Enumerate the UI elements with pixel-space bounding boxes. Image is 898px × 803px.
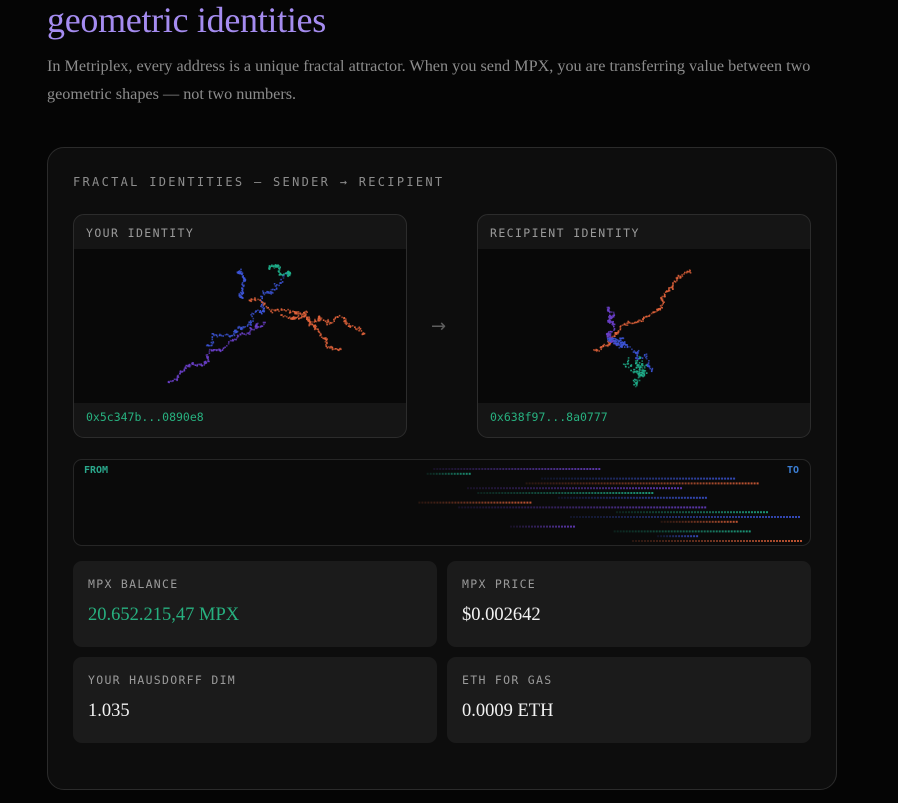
eth-gas-value: 0.0009 ETH [462, 701, 554, 721]
recipient-identity-panel: RECIPIENT IDENTITY 0x638f97...8a0777 [477, 214, 811, 438]
mpx-price-label: MPX PRICE [462, 577, 537, 591]
mpx-price-value: $0.002642 [462, 605, 541, 625]
sender-address[interactable]: 0x5c347b...0890e8 [86, 410, 204, 424]
mpx-balance-value: 20.652.215,47 MPX [88, 605, 240, 625]
eth-gas-label: ETH FOR GAS [462, 673, 553, 687]
recipient-fractal-attractor [478, 249, 810, 403]
hausdorff-dim-label: YOUR HAUSDORFF DIM [88, 673, 237, 687]
hero-description: In Metriplex, every address is a unique … [47, 57, 811, 103]
transfer-particles [418, 468, 802, 542]
transfer-animation-strip: FROM TO [73, 459, 811, 546]
sender-identity-label: YOUR IDENTITY [86, 226, 195, 240]
strip-from-label: FROM [84, 465, 109, 476]
mpx-balance-stat: MPX BALANCE 20.652.215,47 MPX [73, 561, 437, 647]
strip-to-label: TO [786, 465, 799, 476]
mpx-balance-label: MPX BALANCE [88, 577, 179, 591]
transfer-arrow-icon: → [431, 316, 447, 337]
recipient-identity-label: RECIPIENT IDENTITY [490, 226, 640, 240]
hero-title: geometric identities [47, 0, 326, 40]
sender-identity-panel: YOUR IDENTITY 0x5c347b...0890e8 [73, 214, 407, 438]
eth-gas-stat: ETH FOR GAS 0.0009 ETH [447, 657, 811, 743]
recipient-address[interactable]: 0x638f97...8a0777 [490, 410, 608, 424]
mpx-price-stat: MPX PRICE $0.002642 [447, 561, 811, 647]
sender-fractal-attractor [74, 249, 406, 403]
fractal-identities-card: FRACTAL IDENTITIES — SENDER → RECIPIENT … [47, 147, 837, 790]
hausdorff-dim-stat: YOUR HAUSDORFF DIM 1.035 [73, 657, 437, 743]
hausdorff-dim-value: 1.035 [88, 701, 130, 721]
card-heading: FRACTAL IDENTITIES — SENDER → RECIPIENT [73, 175, 445, 189]
